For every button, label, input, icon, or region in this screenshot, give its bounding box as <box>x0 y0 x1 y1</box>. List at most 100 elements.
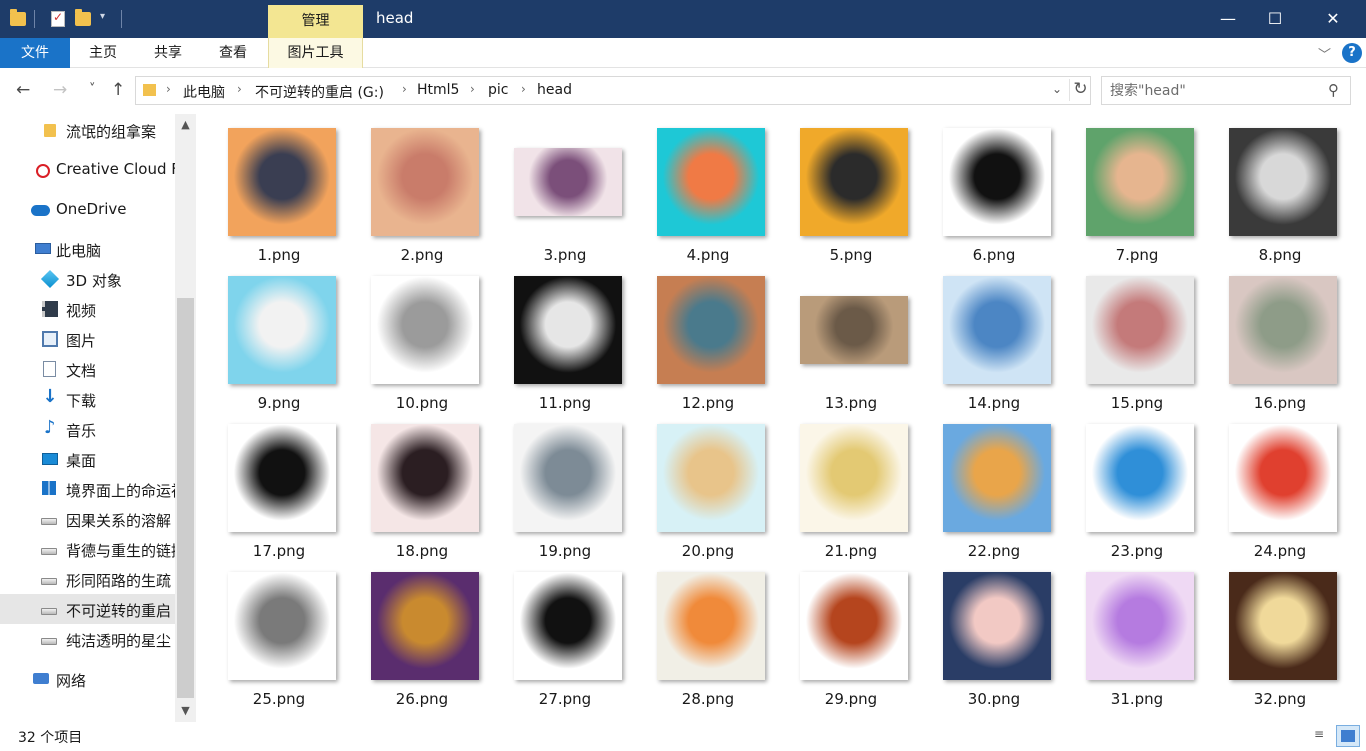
recent-locations-button[interactable]: ˅ <box>89 82 96 97</box>
nav-item-documents[interactable]: 文档 <box>0 354 175 384</box>
close-button[interactable]: ✕ <box>1310 0 1356 38</box>
nav-item-desktop[interactable]: 桌面 <box>0 444 175 474</box>
navigation-pane-scrollbar[interactable]: ▲ ▼ <box>175 114 196 722</box>
file-tile[interactable]: 24.png <box>1209 410 1351 560</box>
image-thumbnail[interactable] <box>514 148 622 216</box>
breadcrumb-separator[interactable]: › <box>470 82 475 96</box>
tab-file[interactable]: 文件 <box>0 38 70 68</box>
scrollbar-thumb[interactable] <box>177 298 194 698</box>
image-thumbnail[interactable] <box>800 128 908 236</box>
file-tile[interactable]: 32.png <box>1209 558 1351 708</box>
file-tile[interactable]: 2.png <box>351 114 493 264</box>
file-name[interactable]: 25.png <box>208 690 350 708</box>
file-tile[interactable]: 13.png <box>780 262 922 412</box>
nav-item-network[interactable]: 网络 <box>0 664 175 694</box>
image-thumbnail[interactable] <box>657 424 765 532</box>
search-box[interactable]: ⚲ <box>1101 76 1351 105</box>
tab-home[interactable]: 主页 <box>72 38 134 68</box>
file-tile[interactable]: 20.png <box>637 410 779 560</box>
image-thumbnail[interactable] <box>943 424 1051 532</box>
file-name[interactable]: 31.png <box>1066 690 1208 708</box>
nav-item-drive-c[interactable]: 境界面上的命运祈 <box>0 474 175 504</box>
breadcrumb-separator[interactable]: › <box>521 82 526 96</box>
image-thumbnail[interactable] <box>1086 572 1194 680</box>
properties-icon[interactable] <box>48 9 68 29</box>
new-folder-icon[interactable] <box>73 9 93 29</box>
tab-manage[interactable]: 管理 <box>268 5 363 38</box>
scroll-down-arrow-icon[interactable]: ▼ <box>175 700 196 721</box>
file-tile[interactable]: 4.png <box>637 114 779 264</box>
image-thumbnail[interactable] <box>943 276 1051 384</box>
image-thumbnail[interactable] <box>1086 128 1194 236</box>
image-thumbnail[interactable] <box>371 424 479 532</box>
image-thumbnail[interactable] <box>657 128 765 236</box>
file-tile[interactable]: 22.png <box>923 410 1065 560</box>
image-thumbnail[interactable] <box>228 276 336 384</box>
tab-share[interactable]: 共享 <box>136 38 200 68</box>
image-thumbnail[interactable] <box>943 572 1051 680</box>
nav-item-creative-cloud[interactable]: Creative Cloud F <box>0 154 175 184</box>
breadcrumb-separator[interactable]: › <box>402 82 407 96</box>
file-name[interactable]: 29.png <box>780 690 922 708</box>
file-tile[interactable]: 8.png <box>1209 114 1351 264</box>
image-thumbnail[interactable] <box>657 276 765 384</box>
forward-button[interactable]: → <box>53 80 67 100</box>
image-thumbnail[interactable] <box>1086 276 1194 384</box>
image-thumbnail[interactable] <box>228 572 336 680</box>
refresh-button[interactable]: ↻ <box>1069 79 1091 101</box>
file-tile[interactable]: 12.png <box>637 262 779 412</box>
nav-item-drive-selected[interactable]: 不可逆转的重启 <box>0 594 175 624</box>
image-thumbnail[interactable] <box>371 572 479 680</box>
search-input[interactable] <box>1110 82 1320 100</box>
file-tile[interactable]: 23.png <box>1066 410 1208 560</box>
file-tile[interactable]: 17.png <box>208 410 350 560</box>
file-tile[interactable]: 1.png <box>208 114 350 264</box>
file-tile[interactable]: 28.png <box>637 558 779 708</box>
search-icon[interactable]: ⚲ <box>1328 81 1339 99</box>
image-thumbnail[interactable] <box>1229 572 1337 680</box>
image-thumbnail[interactable] <box>800 572 908 680</box>
nav-item-drive[interactable]: 背德与重生的链接 <box>0 534 175 564</box>
file-tile[interactable]: 31.png <box>1066 558 1208 708</box>
file-tile[interactable]: 15.png <box>1066 262 1208 412</box>
breadcrumb-head[interactable]: head <box>537 82 572 98</box>
file-tile[interactable]: 21.png <box>780 410 922 560</box>
image-thumbnail[interactable] <box>228 128 336 236</box>
tab-picture-tools[interactable]: 图片工具 <box>268 38 363 68</box>
image-thumbnail[interactable] <box>943 128 1051 236</box>
nav-item-3d-objects[interactable]: 3D 对象 <box>0 264 175 294</box>
file-name[interactable]: 28.png <box>637 690 779 708</box>
file-tile[interactable]: 11.png <box>494 262 636 412</box>
file-tile[interactable]: 26.png <box>351 558 493 708</box>
file-name[interactable]: 30.png <box>923 690 1065 708</box>
image-thumbnail[interactable] <box>800 296 908 364</box>
file-tile[interactable]: 9.png <box>208 262 350 412</box>
nav-item-music[interactable]: ♪ 音乐 <box>0 414 175 444</box>
maximize-button[interactable]: ☐ <box>1252 0 1298 38</box>
breadcrumb-separator[interactable]: › <box>237 82 242 96</box>
file-tile[interactable]: 7.png <box>1066 114 1208 264</box>
image-thumbnail[interactable] <box>228 424 336 532</box>
file-tile[interactable]: 27.png <box>494 558 636 708</box>
nav-item-videos[interactable]: 视频 <box>0 294 175 324</box>
scroll-up-arrow-icon[interactable]: ▲ <box>175 114 196 135</box>
image-thumbnail[interactable] <box>371 276 479 384</box>
file-tile[interactable]: 18.png <box>351 410 493 560</box>
image-thumbnail[interactable] <box>1229 276 1337 384</box>
image-thumbnail[interactable] <box>514 424 622 532</box>
customize-toolbar-chevron-icon[interactable]: ▾ <box>100 11 105 22</box>
file-name[interactable]: 26.png <box>351 690 493 708</box>
nav-item-folder[interactable]: 流氓的组拿案 <box>0 115 175 145</box>
breadcrumb-html5[interactable]: Html5 <box>417 82 459 98</box>
nav-item-drive[interactable]: 因果关系的溶解 <box>0 504 175 534</box>
nav-item-drive[interactable]: 纯洁透明的星尘 <box>0 624 175 654</box>
file-tile[interactable]: 19.png <box>494 410 636 560</box>
file-tile[interactable]: 3.png <box>494 114 636 264</box>
nav-item-downloads[interactable]: ↓ 下载 <box>0 384 175 414</box>
up-button[interactable]: ↑ <box>111 80 125 100</box>
image-thumbnail[interactable] <box>1229 128 1337 236</box>
back-button[interactable]: ← <box>16 80 30 100</box>
file-tile[interactable]: 14.png <box>923 262 1065 412</box>
file-tile[interactable]: 10.png <box>351 262 493 412</box>
breadcrumb-pic[interactable]: pic <box>488 82 508 98</box>
